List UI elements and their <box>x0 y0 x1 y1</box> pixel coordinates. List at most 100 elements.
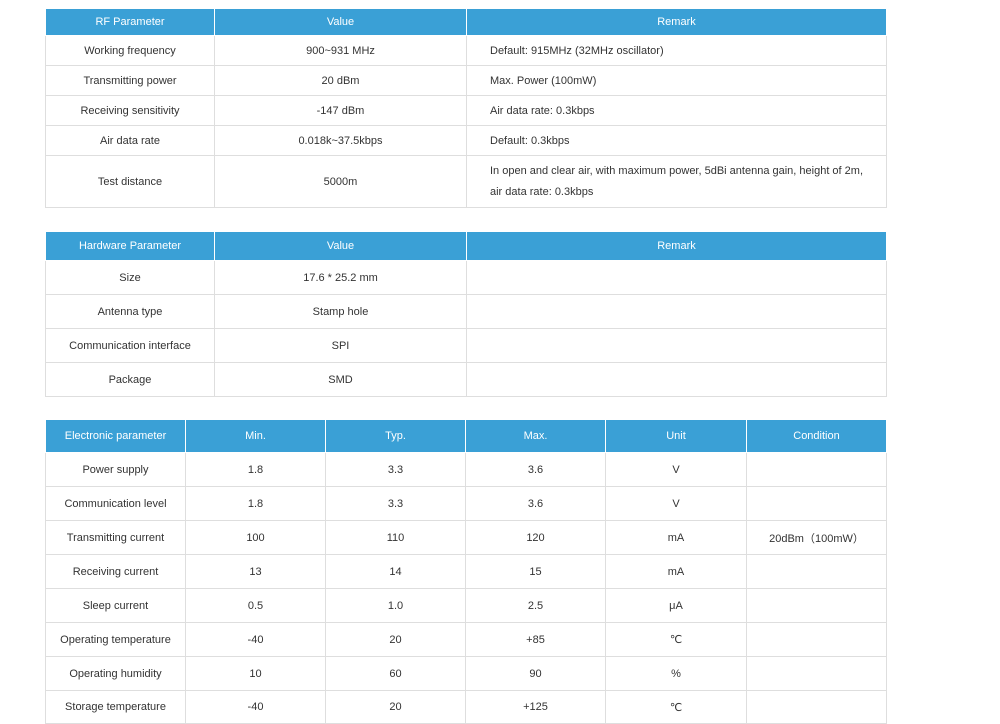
condition-cell <box>746 554 887 589</box>
unit-cell: mA <box>605 554 747 589</box>
typ-cell: 20 <box>325 690 466 724</box>
param-cell: Communication interface <box>45 328 215 363</box>
min-cell: 100 <box>185 520 326 555</box>
param-cell: Air data rate <box>45 125 215 156</box>
condition-cell <box>746 452 887 487</box>
value-cell: 900~931 MHz <box>214 35 467 66</box>
max-cell: 2.5 <box>465 588 606 623</box>
max-cell: 3.6 <box>465 486 606 521</box>
unit-cell: mA <box>605 520 747 555</box>
param-cell: Operating temperature <box>45 622 186 657</box>
rf-header-value: Value <box>214 8 467 36</box>
min-cell: -40 <box>185 622 326 657</box>
condition-cell: 20dBm（100mW） <box>746 520 887 555</box>
param-cell: Sleep current <box>45 588 186 623</box>
condition-cell <box>746 656 887 691</box>
typ-cell: 3.3 <box>325 486 466 521</box>
min-cell: 1.8 <box>185 486 326 521</box>
param-cell: Receiving sensitivity <box>45 95 215 126</box>
max-cell: 90 <box>465 656 606 691</box>
param-cell: Test distance <box>45 155 215 208</box>
remark-cell: In open and clear air, with maximum powe… <box>466 155 887 208</box>
hardware-parameter-table: Hardware Parameter Value Remark Size 17.… <box>45 231 887 397</box>
remark-cell: Max. Power (100mW) <box>466 65 887 96</box>
min-cell: 10 <box>185 656 326 691</box>
condition-cell <box>746 588 887 623</box>
param-cell: Transmitting power <box>45 65 215 96</box>
value-cell: -147 dBm <box>214 95 467 126</box>
typ-cell: 3.3 <box>325 452 466 487</box>
remark-cell <box>466 294 887 329</box>
typ-cell: 60 <box>325 656 466 691</box>
table-row: Package SMD <box>45 362 887 397</box>
param-cell: Operating humidity <box>45 656 186 691</box>
value-cell: 0.018k~37.5kbps <box>214 125 467 156</box>
hw-header-remark: Remark <box>466 231 887 261</box>
value-cell: 5000m <box>214 155 467 208</box>
unit-cell: ℃ <box>605 690 747 724</box>
remark-cell <box>466 328 887 363</box>
table-row: Receiving sensitivity -147 dBm Air data … <box>45 95 887 126</box>
value-cell: 17.6 * 25.2 mm <box>214 260 467 295</box>
max-cell: +125 <box>465 690 606 724</box>
max-cell: 3.6 <box>465 452 606 487</box>
hw-header-parameter: Hardware Parameter <box>45 231 215 261</box>
param-cell: Storage temperature <box>45 690 186 724</box>
max-cell: 120 <box>465 520 606 555</box>
remark-cell: Air data rate: 0.3kbps <box>466 95 887 126</box>
table-row: Operating temperature -40 20 +85 ℃ <box>45 622 887 657</box>
table-row: Working frequency 900~931 MHz Default: 9… <box>45 35 887 66</box>
table-row: Storage temperature -40 20 +125 ℃ <box>45 690 887 724</box>
table-row: Power supply 1.8 3.3 3.6 V <box>45 452 887 487</box>
value-cell: SPI <box>214 328 467 363</box>
min-cell: -40 <box>185 690 326 724</box>
min-cell: 0.5 <box>185 588 326 623</box>
rf-parameter-table: RF Parameter Value Remark Working freque… <box>45 8 887 208</box>
min-cell: 13 <box>185 554 326 589</box>
typ-cell: 20 <box>325 622 466 657</box>
el-header-min: Min. <box>185 419 326 453</box>
table-row: Air data rate 0.018k~37.5kbps Default: 0… <box>45 125 887 156</box>
rf-header-remark: Remark <box>466 8 887 36</box>
table-row: Test distance 5000m In open and clear ai… <box>45 155 887 208</box>
unit-cell: % <box>605 656 747 691</box>
typ-cell: 110 <box>325 520 466 555</box>
value-cell: 20 dBm <box>214 65 467 96</box>
el-header-typ: Typ. <box>325 419 466 453</box>
remark-cell <box>466 362 887 397</box>
remark-cell: Default: 0.3kbps <box>466 125 887 156</box>
param-cell: Size <box>45 260 215 295</box>
el-header-row: Electronic parameter Min. Typ. Max. Unit… <box>45 419 887 453</box>
remark-cell: Default: 915MHz (32MHz oscillator) <box>466 35 887 66</box>
el-header-condition: Condition <box>746 419 887 453</box>
unit-cell: V <box>605 486 747 521</box>
unit-cell: μA <box>605 588 747 623</box>
unit-cell: ℃ <box>605 622 747 657</box>
remark-cell <box>466 260 887 295</box>
electronic-parameter-table: Electronic parameter Min. Typ. Max. Unit… <box>45 419 887 724</box>
param-cell: Package <box>45 362 215 397</box>
typ-cell: 1.0 <box>325 588 466 623</box>
param-cell: Communication level <box>45 486 186 521</box>
param-cell: Receiving current <box>45 554 186 589</box>
hw-header-value: Value <box>214 231 467 261</box>
max-cell: 15 <box>465 554 606 589</box>
value-cell: Stamp hole <box>214 294 467 329</box>
condition-cell <box>746 486 887 521</box>
remark-line: In open and clear air, with maximum powe… <box>490 164 863 177</box>
rf-header-row: RF Parameter Value Remark <box>45 8 887 36</box>
max-cell: +85 <box>465 622 606 657</box>
table-row: Antenna type Stamp hole <box>45 294 887 329</box>
unit-cell: V <box>605 452 747 487</box>
param-cell: Transmitting current <box>45 520 186 555</box>
hw-header-row: Hardware Parameter Value Remark <box>45 231 887 261</box>
param-cell: Working frequency <box>45 35 215 66</box>
table-row: Communication interface SPI <box>45 328 887 363</box>
param-cell: Antenna type <box>45 294 215 329</box>
table-row: Operating humidity 10 60 90 % <box>45 656 887 691</box>
el-header-parameter: Electronic parameter <box>45 419 186 453</box>
condition-cell <box>746 690 887 724</box>
rf-header-parameter: RF Parameter <box>45 8 215 36</box>
remark-line: air data rate: 0.3kbps <box>490 185 594 198</box>
min-cell: 1.8 <box>185 452 326 487</box>
